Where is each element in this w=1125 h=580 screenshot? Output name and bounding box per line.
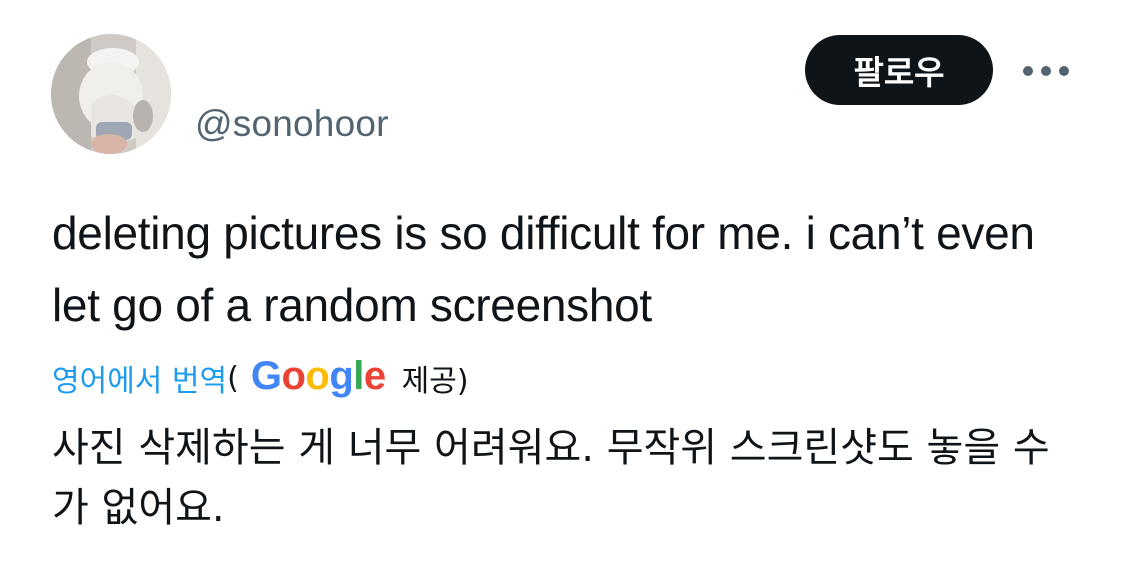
google-logo-letter: G	[250, 353, 282, 398]
more-horizontal-icon	[1022, 65, 1070, 77]
open-paren: (	[227, 360, 239, 396]
translated-text: 사진 삭제하는 게 너무 어려워요. 무작위 스크린샷도 놓을 수가 없어요.	[52, 425, 1050, 531]
google-logo: Google	[251, 354, 386, 399]
translate-link[interactable]: 영어에서 번역	[52, 356, 227, 400]
provided-label: 제공)	[401, 364, 469, 399]
tweet-text: deleting pictures is so difficult for me…	[52, 207, 1035, 331]
avatar[interactable]	[51, 34, 171, 154]
avatar-image	[51, 34, 171, 154]
follow-button[interactable]: 팔로우	[805, 35, 993, 105]
google-logo-letter: o	[305, 353, 330, 398]
more-button[interactable]	[1016, 54, 1076, 88]
google-logo-letter: o	[281, 353, 306, 398]
google-logo-letter: e	[363, 353, 386, 398]
translation-bar: 영어에서 번역 ( Google 제공)	[52, 350, 469, 406]
tweet-card: @sonohoor 팔로우 deleting pictures is so di…	[0, 0, 1125, 580]
google-logo-letter: g	[329, 353, 354, 398]
google-logo-letter: l	[353, 353, 364, 398]
user-handle[interactable]: @sonohoor	[195, 101, 389, 147]
